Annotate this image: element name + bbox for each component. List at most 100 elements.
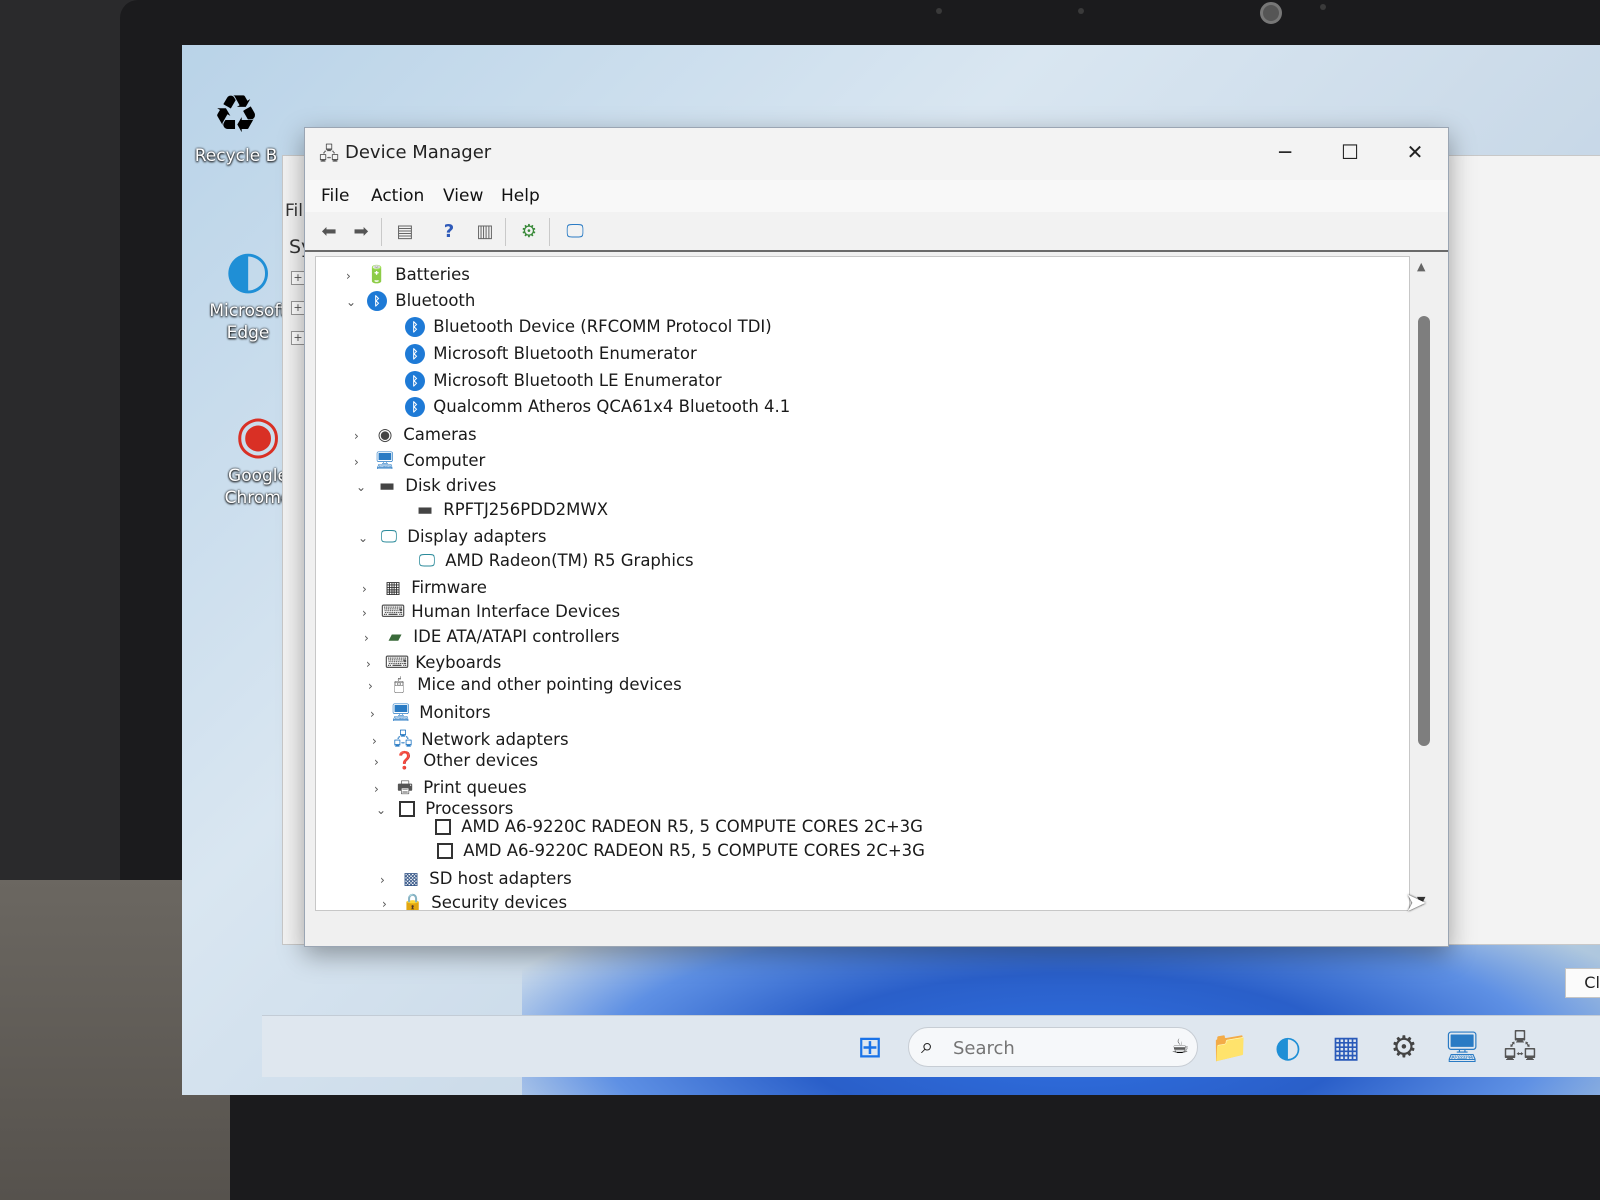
other-devices-icon: ❓ [394,751,416,771]
tree-device-ms-bluetooth-le-enumerator[interactable]: ᛒ Microsoft Bluetooth LE Enumerator [402,371,722,397]
tree-node-computer[interactable]: › 🖥 Computer [354,451,485,477]
expand-icon[interactable]: + [291,331,305,345]
tree-node-bluetooth[interactable]: ⌄ ᛒ Bluetooth [346,291,475,317]
chevron-right-icon[interactable]: › [380,873,398,887]
chevron-down-icon[interactable]: ⌄ [376,803,394,817]
recycle-bin-icon: ♻ [212,85,260,145]
chevron-right-icon[interactable]: › [362,582,380,596]
device-tree[interactable]: › 🔋 Batteries ⌄ ᛒ Bluetooth ᛒ Bluetooth De… [315,256,1410,911]
chevron-right-icon[interactable]: › [374,782,392,796]
chevron-down-icon[interactable]: ⌄ [358,531,376,545]
tree-node-label: AMD Radeon(TM) R5 Graphics [445,551,694,570]
chevron-right-icon[interactable]: › [368,679,386,693]
remote-desktop-icon[interactable]: 🖥 [1442,1028,1482,1068]
menu-help[interactable]: Help [501,186,540,206]
tree-node-security-devices[interactable]: › 🔒 Security devices [382,893,567,910]
help-icon[interactable]: ? [435,218,463,246]
start-icon[interactable]: ⊞ [850,1028,890,1068]
close-find-button[interactable]: Close Find [1565,968,1600,998]
tree-node-batteries[interactable]: › 🔋 Batteries [346,265,470,291]
chevron-right-icon[interactable]: › [364,631,382,645]
tree-node-disk-drives[interactable]: ⌄ ▬ Disk drives [356,476,496,502]
search-highlight-icon: ☕ [1171,1034,1189,1058]
chevron-right-icon[interactable]: › [346,269,364,283]
tree-node-sd-host-adapters[interactable]: › ▩ SD host adapters [380,869,572,895]
tree-device-ms-bluetooth-enumerator[interactable]: ᛒ Microsoft Bluetooth Enumerator [402,344,697,370]
scroll-up-arrow-icon[interactable]: ▲ [1417,260,1425,273]
tree-node-display-adapters[interactable]: ⌄ 🖵 Display adapters [358,527,547,553]
menu-file[interactable]: File [321,186,349,206]
tree-node-network-adapters[interactable]: › 🖧 Network adapters [372,727,569,753]
monitor-icon: 🖥 [390,703,412,723]
menu-view[interactable]: View [443,186,483,206]
forward-icon[interactable]: ➡ [347,218,375,246]
taskbar-search[interactable]: ⌕ ☕ [908,1027,1198,1067]
tree-device-disk[interactable]: ▬ RPFTJ256PDD2MWX [412,500,608,526]
tree-node-firmware[interactable]: › ▦ Firmware [362,578,487,604]
tree-device-cpu-1[interactable]: AMD A6-9220C RADEON R5, 5 COMPUTE CORES … [432,841,925,867]
sensor-dot [1320,4,1326,10]
tree-node-monitors[interactable]: › 🖥 Monitors [370,703,491,729]
webcam [1260,2,1282,24]
mouse-cursor-icon: ➤ [1405,888,1427,918]
tree-device-cpu-0[interactable]: AMD A6-9220C RADEON R5, 5 COMPUTE CORES … [430,817,923,843]
scrollbar-thumb[interactable] [1418,316,1430,746]
show-hide-console-tree-icon[interactable]: ▥ [471,218,499,246]
bluetooth-icon: ᛒ [402,397,428,417]
search-input[interactable] [953,1036,1133,1060]
tree-node-mice[interactable]: › 🖱 Mice and other pointing devices [368,675,682,701]
chevron-right-icon[interactable]: › [370,707,388,721]
chevron-right-icon[interactable]: › [354,455,372,469]
tree-node-label: Processors [425,799,514,818]
device-manager-icon[interactable]: 🖧 [1500,1028,1540,1068]
chevron-right-icon[interactable]: › [374,755,392,769]
chevron-right-icon[interactable]: › [354,429,372,443]
bluetooth-icon: ᛒ [402,344,428,364]
processor-icon [432,841,458,861]
tree-node-ide-ata[interactable]: › ▰ IDE ATA/ATAPI controllers [364,627,620,653]
disk-drive-icon: ▬ [378,476,396,496]
processor-icon [430,817,456,837]
expand-icon[interactable]: + [291,301,305,315]
update-driver-icon[interactable]: ⚙ [515,218,543,246]
tree-device-amd-radeon[interactable]: 🖵 AMD Radeon(TM) R5 Graphics [414,551,694,577]
device-manager-icon: 🖧 [319,144,340,165]
minimize-button[interactable]: ─ [1255,132,1315,172]
maximize-button[interactable]: ☐ [1320,132,1380,172]
tree-node-label: Other devices [423,751,539,770]
desktop-icon-recycle-bin[interactable]: ♻ Recycle B [186,85,286,167]
tree-node-print-queues[interactable]: › 🖶 Print queues [374,775,527,801]
tree-device-qualcomm-bluetooth[interactable]: ᛒ Qualcomm Atheros QCA61x4 Bluetooth 4.1 [402,397,790,423]
menu-action[interactable]: Action [371,186,424,206]
tree-device-bluetooth-rfcomm[interactable]: ᛒ Bluetooth Device (RFCOMM Protocol TDI) [402,317,772,343]
firmware-icon: ▦ [384,578,402,598]
tree-node-cameras[interactable]: › ◉ Cameras [354,425,477,451]
toolbar: ⬅ ➡ ▤ ? ▥ ⚙ 🖵 [305,212,1448,252]
store-icon[interactable]: ▦ [1326,1028,1366,1068]
chevron-down-icon[interactable]: ⌄ [356,480,374,494]
close-button[interactable]: ✕ [1385,132,1445,172]
toolbar-separator [381,218,382,246]
settings-icon[interactable]: ⚙ [1384,1028,1424,1068]
properties-icon[interactable]: ▤ [391,218,419,246]
scan-hardware-icon[interactable]: 🖵 [561,218,589,246]
search-icon: ⌕ [921,1034,934,1059]
tree-node-label: Batteries [395,265,470,284]
tree-node-hid[interactable]: › ⌨ Human Interface Devices [362,602,620,628]
tree-node-label: RPFTJ256PDD2MWX [443,500,609,519]
background-file-menu[interactable]: Fil [285,201,303,221]
expand-icon[interactable]: + [291,271,305,285]
tree-node-other-devices[interactable]: › ❓ Other devices [374,751,538,777]
chevron-down-icon[interactable]: ⌄ [346,295,364,309]
tree-node-label: SD host adapters [429,869,572,888]
back-icon[interactable]: ⬅ [315,218,343,246]
chevron-right-icon[interactable]: › [362,606,380,620]
title-bar[interactable]: 🖧 Device Manager ─ ☐ ✕ [305,128,1448,180]
menu-bar: File Action View Help [305,180,1448,212]
chevron-right-icon[interactable]: › [366,657,384,671]
chevron-right-icon[interactable]: › [382,897,400,910]
chevron-right-icon[interactable]: › [372,734,390,748]
vertical-scrollbar[interactable]: ▲ ▼ [1412,256,1434,911]
edge-icon[interactable]: ◐ [1268,1028,1308,1068]
file-explorer-icon[interactable]: 📁 [1210,1028,1250,1068]
